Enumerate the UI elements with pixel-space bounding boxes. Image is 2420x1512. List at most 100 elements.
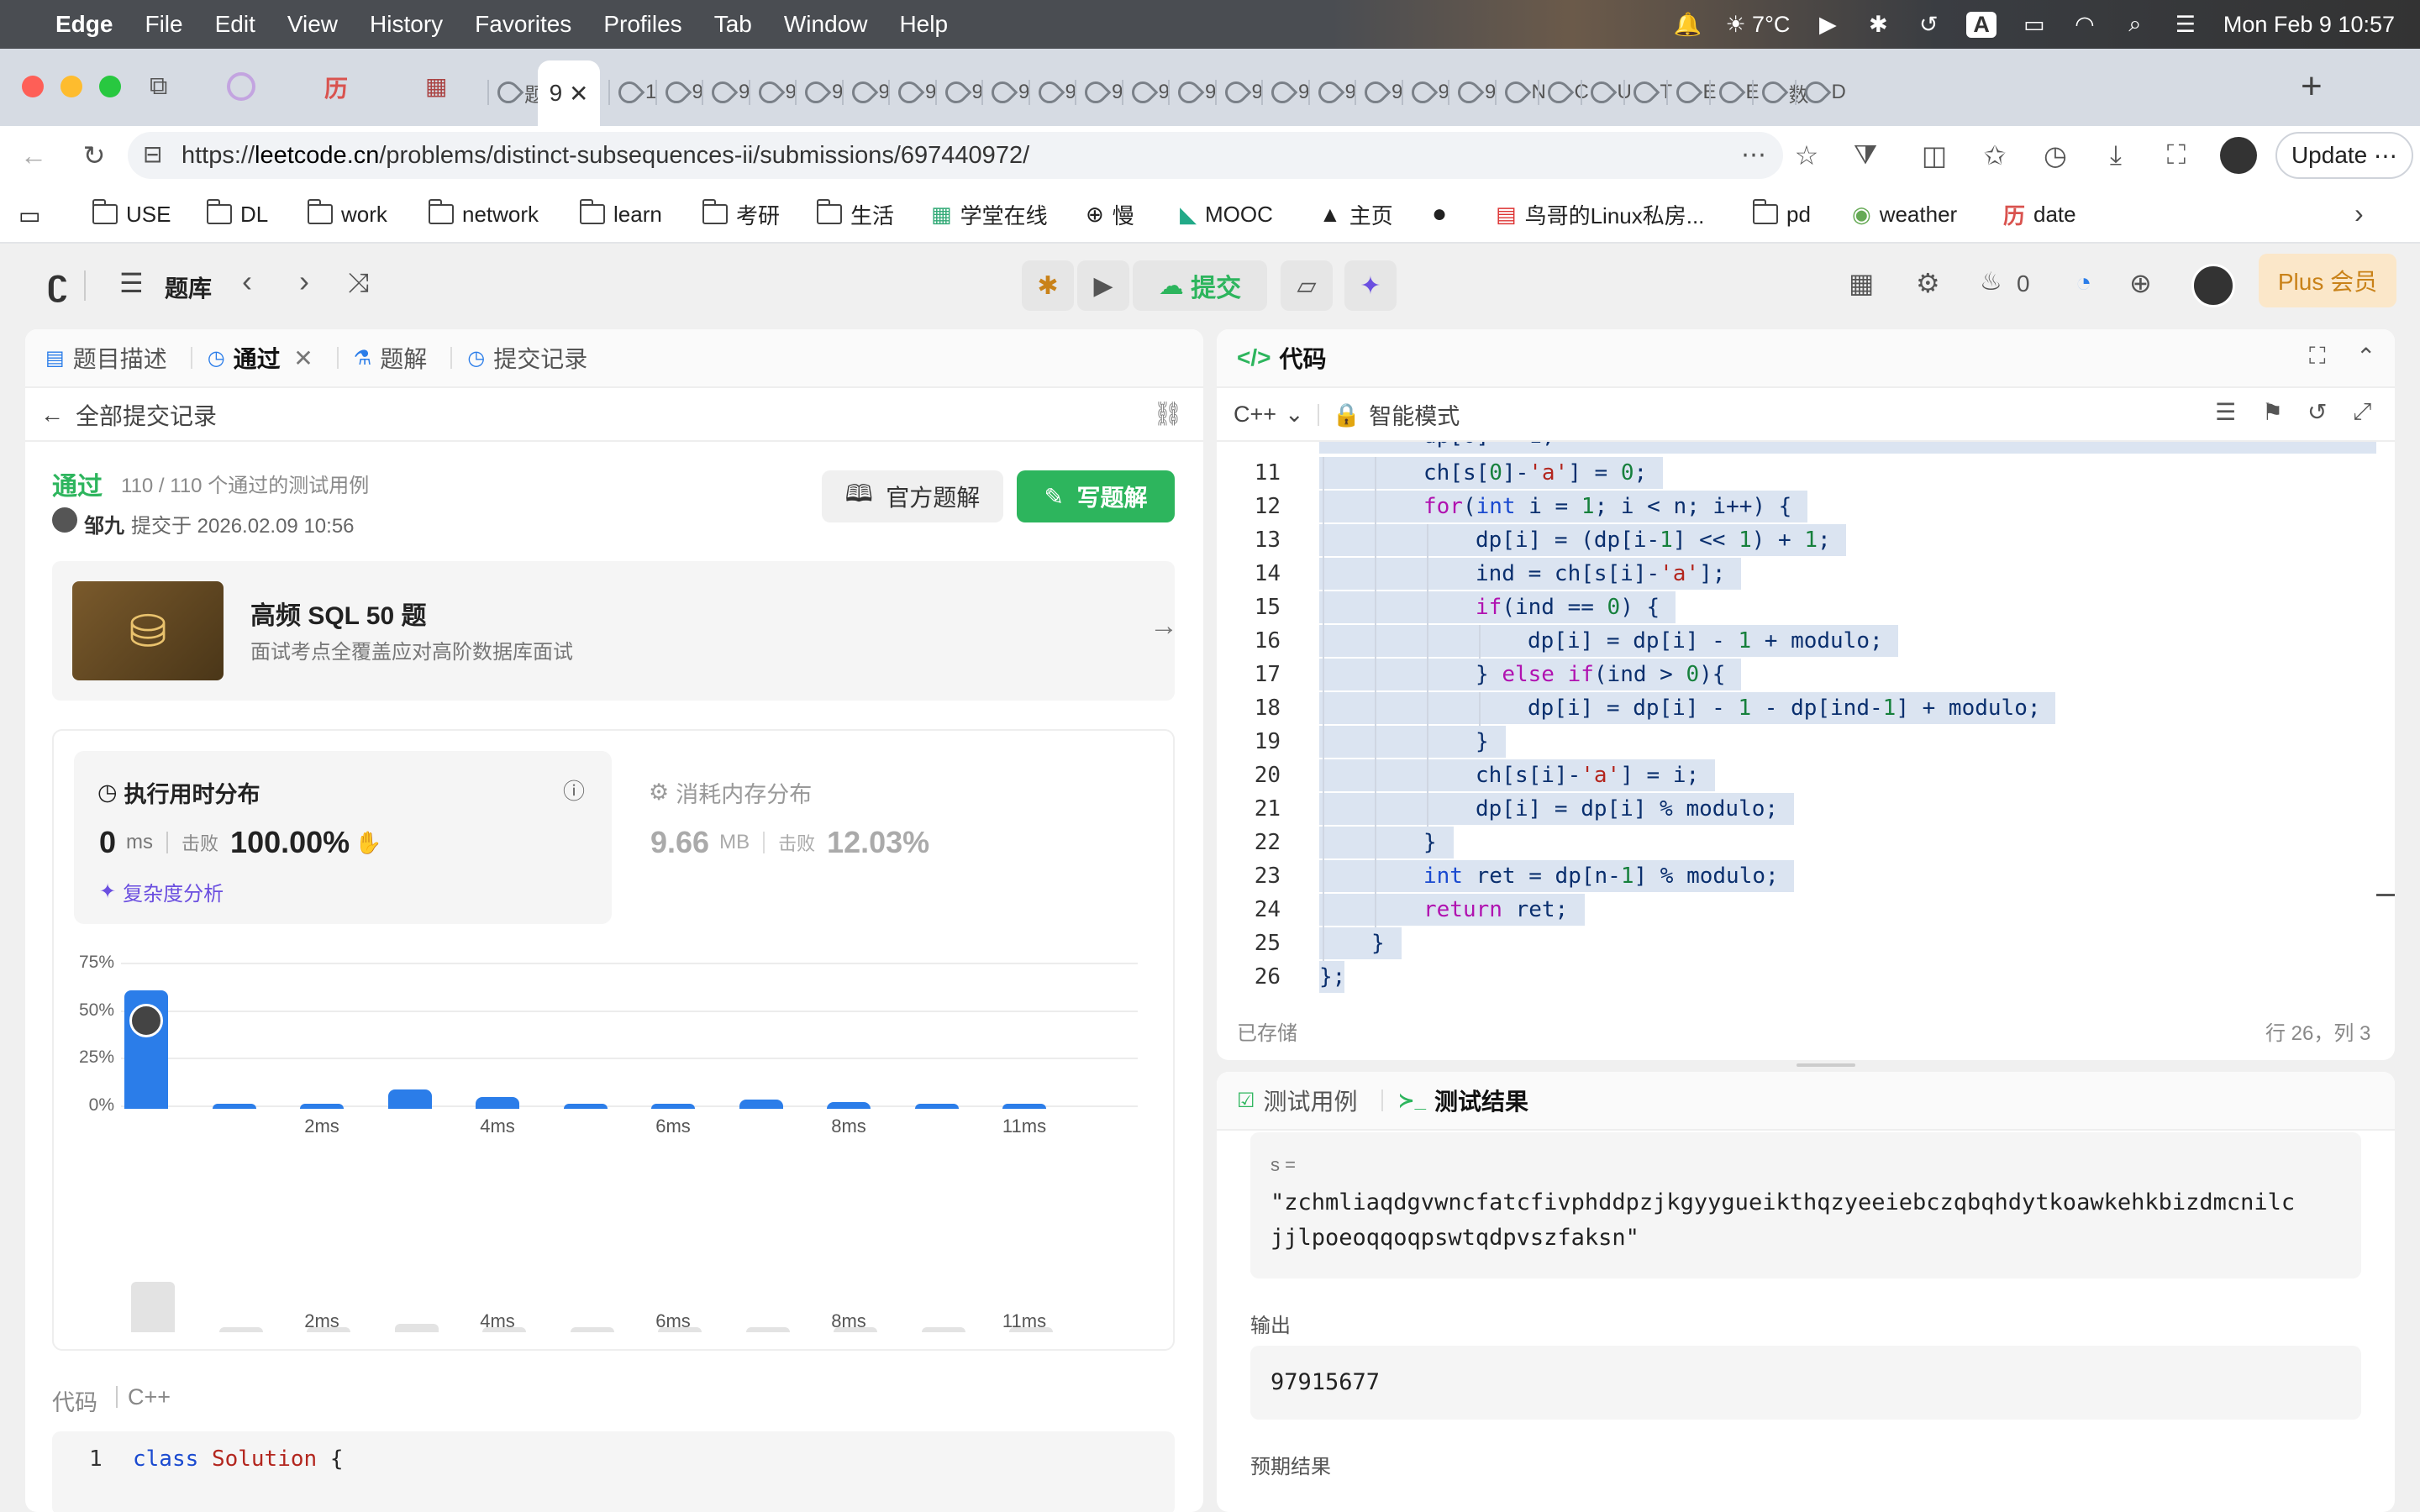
bookmarks-more-icon[interactable]: › (2354, 198, 2364, 229)
bookmark-dl[interactable]: DL (207, 199, 268, 227)
update-button[interactable]: Update ⋯ (2275, 132, 2413, 179)
run-button[interactable]: ▶ (1077, 260, 1129, 311)
tab-item[interactable]: 9 (981, 72, 1029, 113)
pinned-tab-calendar-icon[interactable]: 历 (324, 71, 348, 104)
share-link-icon[interactable]: ⛓ (1153, 400, 1183, 428)
minimize-window-icon[interactable] (60, 76, 82, 97)
tab-item[interactable]: 9 (795, 72, 843, 113)
chart-bar[interactable] (476, 1097, 519, 1109)
menu-help[interactable]: Help (899, 11, 948, 38)
battery-icon[interactable]: ▭ (2022, 12, 2047, 37)
tab-item[interactable]: 9 (655, 72, 703, 113)
bookmark-mooc[interactable]: ◣ MOOC (1180, 202, 1273, 227)
chart-bar[interactable] (300, 1104, 344, 1109)
back-to-submissions[interactable]: ← 全部提交记录 (40, 398, 217, 432)
chevron-down-icon[interactable]: ⌄ (1285, 402, 1304, 428)
spotlight-icon[interactable]: ⌕ (2123, 11, 2148, 37)
download-icon[interactable]: ⤓ (2099, 139, 2133, 172)
scrollbar-marker[interactable] (2376, 894, 2395, 896)
input-source-badge[interactable]: A (1966, 11, 1996, 38)
language-select[interactable]: C++ (1234, 402, 1276, 428)
memory-tab[interactable]: ⚙ 消耗内存分布 (649, 776, 812, 809)
tab-solutions[interactable]: ⚗ 题解 (354, 341, 428, 375)
zoom-window-icon[interactable] (99, 76, 121, 97)
menu-window[interactable]: Window (784, 11, 868, 38)
menu-view[interactable]: View (287, 11, 338, 38)
chart-bar[interactable] (827, 1102, 871, 1109)
close-tab-icon[interactable]: ✕ (293, 344, 313, 372)
chart-bar[interactable] (563, 1104, 608, 1109)
tab-item[interactable]: 9 (934, 72, 983, 113)
collapse-icon[interactable]: ⌃ (2356, 343, 2375, 370)
tab-item[interactable]: 9 (1028, 72, 1076, 113)
more-site-icon[interactable]: ⋯ (1741, 140, 1766, 170)
tab-item[interactable]: 9 (1075, 72, 1123, 113)
profile-avatar[interactable] (2220, 137, 2257, 174)
bookmark-icon[interactable]: ⚑ (2262, 398, 2283, 426)
reading-list-icon[interactable]: ▭ (18, 202, 40, 229)
debug-button[interactable]: ✱ (1022, 260, 1074, 311)
bell-icon[interactable]: 🔔 (1674, 12, 1702, 37)
bookmark-github[interactable]: ● (1432, 200, 1447, 228)
list-icon[interactable]: ☰ (119, 267, 144, 299)
fullscreen-icon[interactable]: ⛶ (2309, 343, 2326, 370)
bluetooth-icon[interactable]: ✱ (1865, 12, 1891, 37)
chart-bar[interactable] (914, 1104, 959, 1109)
bookmark-date[interactable]: 历 date (2003, 202, 2076, 228)
bookmark-xuetang[interactable]: ▦ 学堂在线 (931, 202, 1048, 228)
official-solution-button[interactable]: 🕮 官方题解 (822, 470, 1003, 522)
runtime-distribution-chart[interactable]: 75% 50% 25% 0% 2ms 2ms 4ms 4ms 6ms 6ms 8ms 8ms 11ms 1… (54, 932, 1176, 1352)
tab-item[interactable]: 9 (1261, 72, 1309, 113)
submit-button[interactable]: ☁ 提交 (1133, 260, 1267, 311)
menu-favorites[interactable]: Favorites (475, 11, 571, 38)
bookmark-linux[interactable]: ▤ 鸟哥的Linux私房... (1496, 202, 1704, 228)
resize-handle[interactable] (1797, 1063, 1855, 1067)
tab-description[interactable]: ▤ 题目描述 (45, 341, 167, 375)
tab-accepted[interactable]: ◷ 通过 ✕ (208, 341, 313, 375)
ai-assistant-button[interactable]: ✦ (1344, 260, 1397, 311)
close-tab-icon[interactable]: ✕ (569, 80, 588, 108)
favorite-star-icon[interactable]: ☆ (1790, 139, 1823, 172)
problem-bank-link[interactable]: 题库 (165, 270, 212, 304)
tab-item[interactable]: 9 (841, 72, 890, 113)
bookmark-network[interactable]: network (429, 199, 539, 227)
chart-bar[interactable] (387, 1089, 432, 1109)
pinned-tab-app-icon[interactable]: ▦ (425, 72, 447, 100)
random-problem-icon[interactable]: ⤨ (348, 267, 370, 299)
tab-item[interactable]: 9 (1214, 72, 1263, 113)
menu-tab[interactable]: Tab (714, 11, 752, 38)
bookmark-work[interactable]: work (308, 199, 387, 227)
screenshot-icon[interactable]: ⛶ (2160, 139, 2193, 172)
menu-file[interactable]: File (145, 11, 182, 38)
tab-item[interactable]: 9 (1168, 72, 1216, 113)
tab-test-case[interactable]: ☑ 测试用例 (1237, 1084, 1358, 1117)
code-editor[interactable]: dp[0] = 1; 11 ch[s[0]-'a'] = 0; 12 for(int i… (1217, 442, 2376, 996)
bookmark-learn[interactable]: learn (580, 199, 662, 227)
reload-icon[interactable]: ↻ (77, 139, 111, 172)
submitted-code[interactable]: 1 class Solution { (52, 1431, 1175, 1512)
favorites-icon[interactable]: ✩ (1978, 139, 2012, 172)
tab-item[interactable]: 9 (1121, 72, 1170, 113)
tab-item[interactable]: 9 (748, 72, 797, 113)
user-avatar[interactable] (2191, 264, 2235, 307)
active-tab[interactable]: 9 ✕ (538, 60, 600, 126)
tab-item[interactable]: 9 (1307, 72, 1356, 113)
streak-fire-icon[interactable]: ♨ (1980, 267, 2002, 297)
tab-item[interactable]: 1 (608, 72, 656, 113)
tab-actions-icon[interactable]: ⧉ (150, 72, 167, 101)
address-bar[interactable]: ⊟ https://leetcode.cn/problems/distinct-… (128, 132, 1783, 179)
play-icon[interactable]: ▶ (1815, 12, 1840, 37)
complexity-analysis-link[interactable]: ✦ 复杂度分析 (99, 877, 224, 906)
smart-mode[interactable]: 智能模式 (1369, 398, 1460, 431)
chart-bar[interactable] (739, 1099, 783, 1109)
extensions-icon[interactable]: ⧩ (1849, 139, 1882, 172)
settings-gear-icon[interactable]: ⚙ (1916, 267, 1940, 299)
wifi-icon[interactable]: ◠ (2072, 12, 2097, 37)
tab-item[interactable]: 题 (487, 72, 544, 113)
timer-icon[interactable]: ◔ (2075, 267, 2091, 298)
tab-test-result[interactable]: ≻_ 测试结果 (1398, 1084, 1528, 1117)
chart-bar[interactable] (1002, 1104, 1046, 1109)
tab-item[interactable]: 9 (888, 72, 936, 113)
site-info-icon[interactable]: ⊟ (143, 140, 162, 168)
split-screen-icon[interactable]: ◫ (1918, 139, 1951, 172)
